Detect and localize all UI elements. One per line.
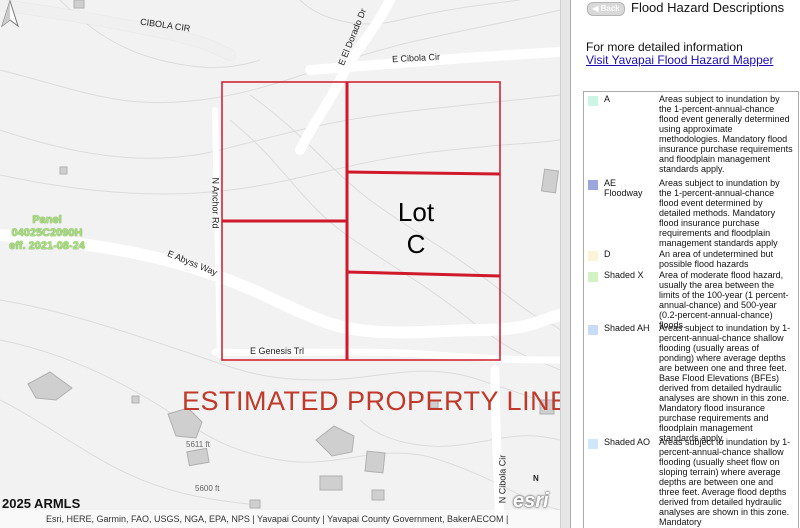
legend-description: Area of moderate flood hazard, usually t…: [659, 270, 789, 330]
road-label-n-cibola-cir: N Cibola Cir: [497, 454, 508, 504]
back-button[interactable]: ◀ Back: [587, 2, 625, 16]
legend-swatch: [588, 96, 598, 106]
info-text: For more detailed information: [586, 40, 743, 54]
legend-description: An area of undetermined but possible flo…: [659, 249, 774, 269]
panel-title: Flood Hazard Descriptions: [631, 0, 785, 15]
legend-code: AE Floodway: [604, 178, 643, 198]
map-view[interactable]: CIBOLA CIR E El Dorado Dr E Cibola Cir N…: [0, 0, 560, 528]
lot-label-line: Lot: [397, 197, 435, 227]
legend-description: Areas subject to inundation by the 1-per…: [659, 94, 793, 174]
legend-swatch: [588, 251, 598, 261]
contour-label: 5611 ft: [186, 440, 210, 449]
flood-hazard-panel: ◀ Back Flood Hazard Descriptions For mor…: [570, 0, 800, 528]
panel-label-line: 04025C2090H: [11, 227, 83, 239]
parcel-divider-northeast: [346, 170, 501, 176]
flood-mapper-link[interactable]: Visit Yavapai Flood Hazard Mapper: [586, 53, 773, 67]
road-label-genesis-trl: E Genesis Trl: [250, 346, 305, 356]
map-canvas[interactable]: [0, 0, 560, 528]
flood-panel-label: Panel 04025C2090H eff. 2021-08-24: [3, 214, 91, 253]
contour-label: 5600 ft: [195, 484, 220, 493]
legend-code: Shaded AH: [604, 323, 650, 333]
panel-label-line: Panel: [32, 214, 62, 226]
back-button-label: Back: [600, 4, 620, 13]
lot-label-line: C: [406, 229, 426, 259]
legend-swatch: [588, 272, 598, 282]
legend-swatch: [588, 439, 598, 449]
legend-code: Shaded X: [604, 270, 644, 280]
legend-code: Shaded AO: [604, 437, 651, 447]
flood-legend-list[interactable]: A Areas subject to inundation by the 1-p…: [583, 91, 799, 528]
panel-label-line: eff. 2021-08-24: [9, 240, 85, 252]
estimated-property-lines-annotation: ESTIMATED PROPERTY LINES: [182, 386, 560, 416]
legend-code: A: [604, 94, 611, 104]
attribution-text: Esri, HERE, Garmin, FAO, USGS, NGA, EPA,…: [46, 514, 509, 524]
road-label-anchor-rd: N Anchor Rd: [210, 177, 221, 229]
copyright-label: 2025 ARMLS: [2, 496, 81, 511]
legend-description: Areas subject to inundation by 1-percent…: [659, 437, 791, 527]
north-arrow-icon: [1, 0, 19, 28]
legend-code: D: [604, 249, 611, 259]
legend-description: Areas subject to inundation by 1-percent…: [659, 323, 791, 443]
legend-swatch: [588, 325, 598, 335]
road-network: [0, 0, 560, 528]
esri-logo: esri: [513, 490, 549, 512]
legend-description: Areas subject to inundation by the 1-per…: [659, 178, 780, 248]
legend-swatch: [588, 180, 598, 190]
property-lines: [221, 81, 501, 361]
contour-lines: [0, 0, 560, 511]
map-attribution: Esri, HERE, Garmin, FAO, USGS, NGA, EPA,…: [0, 510, 560, 528]
back-arrow-icon: ◀: [592, 4, 599, 13]
lot-label: Lot C: [386, 196, 446, 260]
north-letter: N: [533, 474, 539, 483]
